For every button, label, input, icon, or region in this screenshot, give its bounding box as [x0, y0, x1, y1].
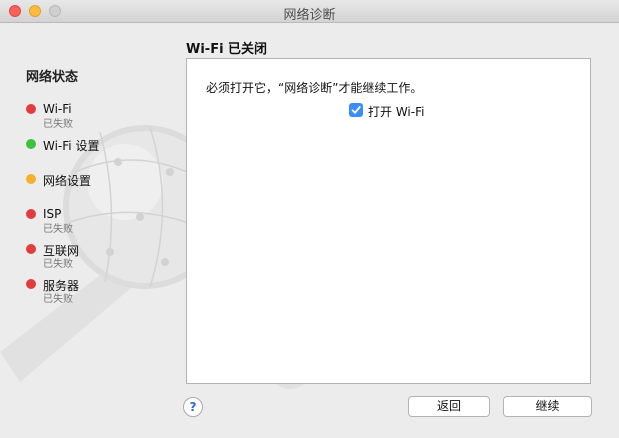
checkmark-icon	[351, 106, 361, 114]
back-button[interactable]: 返回	[408, 396, 490, 417]
step-label: Wi-Fi	[43, 102, 72, 116]
content-panel: 必须打开它，“网络诊断”才能继续工作。 打开 Wi-Fi	[186, 58, 591, 384]
checkbox-label[interactable]: 打开 Wi-Fi	[368, 103, 424, 120]
panel-title: Wi-Fi 已关闭	[186, 42, 268, 57]
step-label: Wi-Fi 设置	[43, 139, 100, 153]
continue-button[interactable]: 继续	[503, 396, 592, 417]
step-status: 已失败	[43, 224, 73, 235]
status-dot-icon	[26, 104, 36, 114]
step-label: ISP	[43, 207, 62, 221]
turn-on-wifi-checkbox[interactable]	[349, 103, 363, 117]
instruction-text: 必须打开它，“网络诊断”才能继续工作。	[206, 81, 423, 95]
status-dot-icon	[26, 209, 36, 219]
step-label: 网络设置	[43, 174, 92, 188]
help-icon[interactable]: ?	[183, 397, 203, 417]
step-status: 已失败	[43, 119, 73, 130]
step-status: 已失败	[43, 259, 73, 270]
network-diagnostics-window: 网络诊断 网络状态 Wi-Fi 已失败 Wi-Fi 设置 网络设置 ISP 已失…	[0, 0, 619, 438]
status-dot-icon	[26, 244, 36, 254]
status-dot-icon	[26, 139, 36, 149]
step-status: 已失败	[43, 294, 73, 305]
sidebar-title: 网络状态	[26, 70, 79, 85]
title-bar: 网络诊断	[0, 0, 619, 23]
window-title: 网络诊断	[283, 8, 336, 23]
status-dot-icon	[26, 174, 36, 184]
status-dot-icon	[26, 279, 36, 289]
